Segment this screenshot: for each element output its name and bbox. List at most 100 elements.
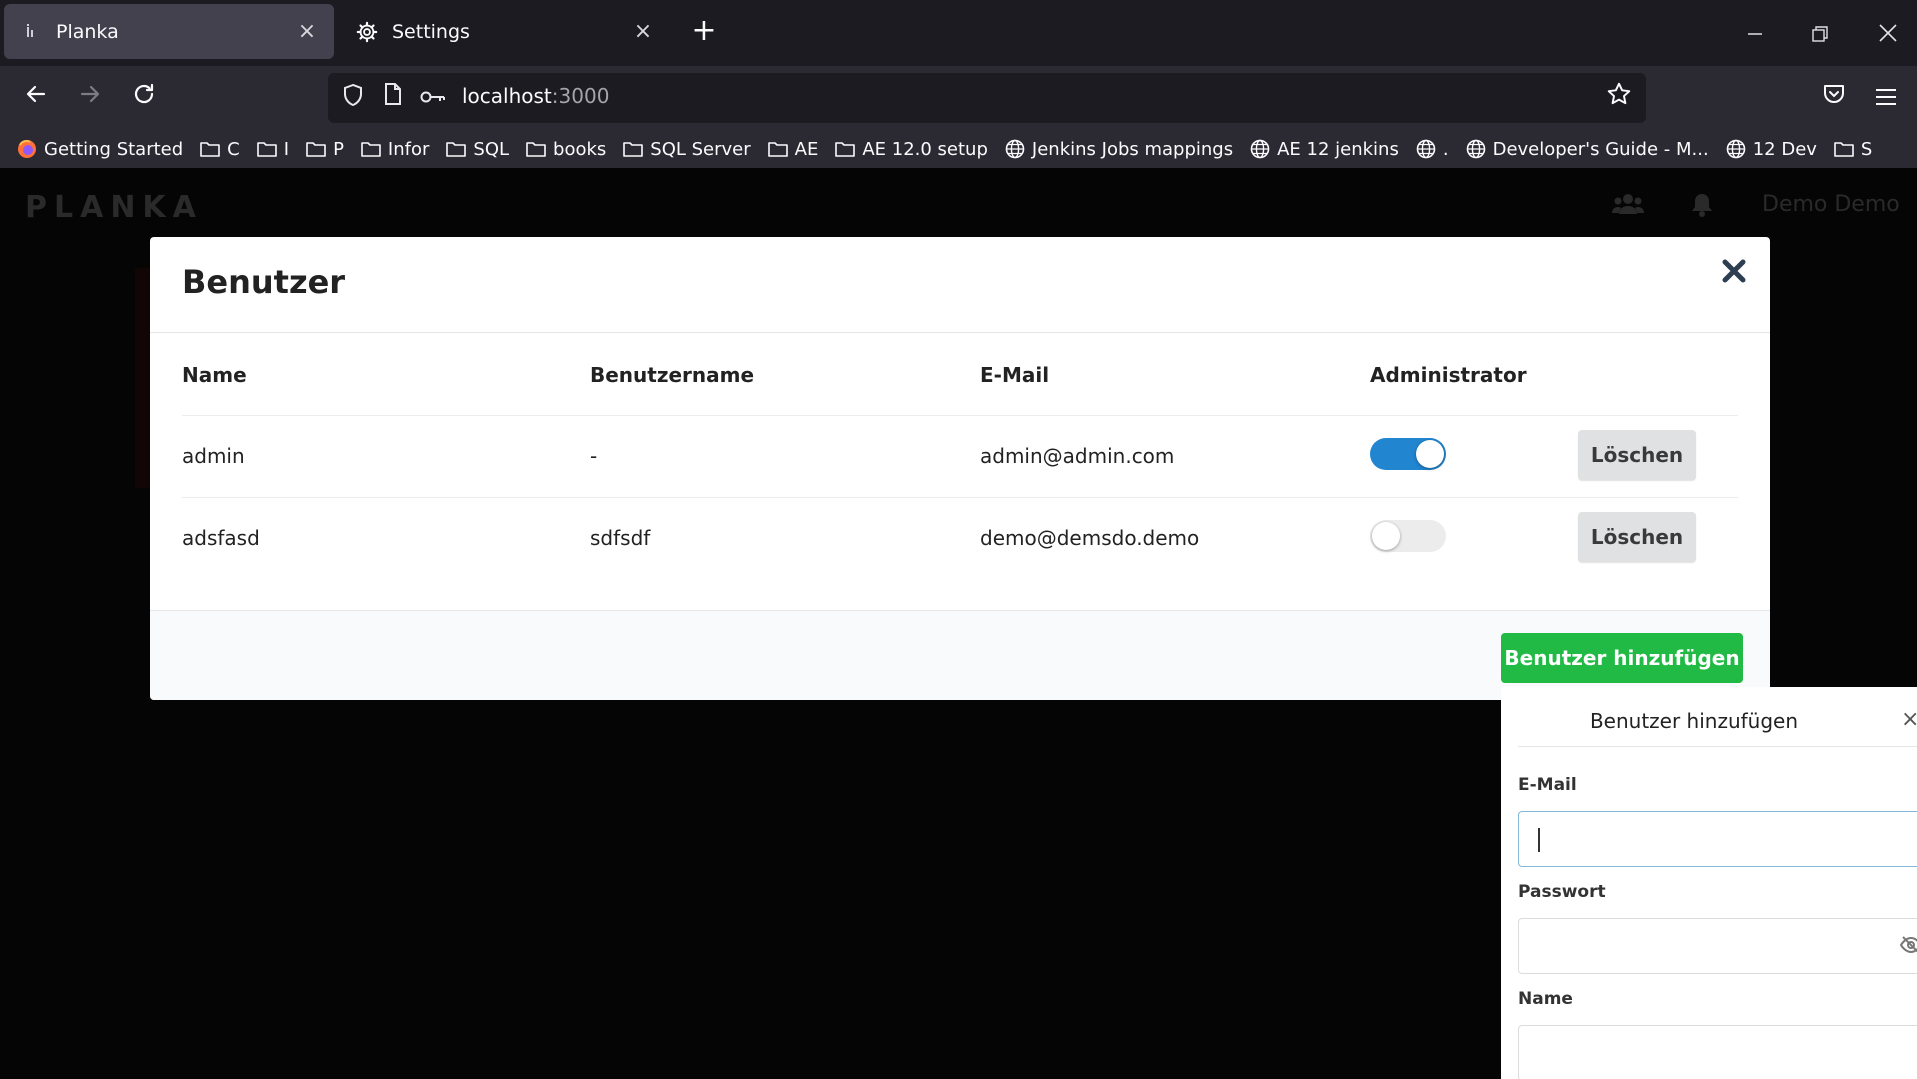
globe-icon — [1249, 139, 1271, 159]
bookmark-item[interactable]: AE — [767, 138, 819, 160]
divider — [150, 332, 1770, 333]
user-menu[interactable]: Demo Demo — [1762, 192, 1900, 217]
user-username: sdfsdf — [590, 526, 651, 550]
add-user-button[interactable]: Benutzer hinzufügen — [1501, 633, 1743, 683]
bookmark-label: Developer's Guide - M... — [1492, 138, 1709, 160]
bookmark-label: SQL — [473, 138, 510, 160]
tab-bar: Planka × Settings × + — [0, 0, 1917, 66]
bookmark-item[interactable]: Infor — [360, 139, 429, 160]
url-port: :3000 — [551, 84, 610, 108]
restore-icon[interactable] — [1800, 14, 1840, 54]
text-caret — [1538, 828, 1540, 852]
planka-favicon-icon — [20, 21, 42, 43]
folder-icon — [767, 139, 789, 159]
delete-user-button[interactable]: Löschen — [1578, 430, 1696, 480]
admin-toggle[interactable] — [1370, 520, 1446, 552]
folder-icon — [834, 139, 856, 159]
tab-close-icon[interactable]: × — [632, 20, 654, 43]
close-icon[interactable]: × — [1901, 707, 1917, 732]
user-email: demo@demsdo.demo — [980, 526, 1200, 550]
tab-label: Planka — [56, 20, 119, 43]
bookmark-item[interactable]: I — [256, 139, 289, 160]
bookmark-label: I — [283, 138, 290, 160]
bookmark-item[interactable]: S — [1833, 139, 1872, 160]
navigation-bar: localhost:3000 — [0, 66, 1917, 130]
column-header-administrator: Administrator — [1370, 363, 1527, 387]
reload-icon[interactable] — [124, 78, 164, 118]
bookmark-item[interactable]: . — [1415, 139, 1449, 160]
bookmark-label: books — [553, 138, 607, 160]
bell-icon[interactable] — [1690, 192, 1714, 224]
bookmark-label: 12 Dev — [1752, 138, 1817, 160]
modal-title: Benutzer — [182, 263, 346, 301]
bookmark-label: AE — [794, 138, 819, 160]
globe-icon — [1465, 139, 1487, 159]
bookmark-star-icon[interactable] — [1602, 81, 1636, 115]
url-bar[interactable]: localhost:3000 — [328, 73, 1646, 123]
bookmark-item[interactable]: Getting Started — [16, 139, 183, 160]
app-logo[interactable]: PLANKA — [25, 190, 203, 225]
back-arrow-icon[interactable] — [16, 78, 56, 118]
admin-toggle[interactable] — [1370, 438, 1446, 470]
new-tab-button[interactable]: + — [688, 16, 720, 48]
bookmark-label: AE 12 jenkins — [1277, 138, 1399, 160]
column-header-name: Name — [182, 363, 247, 387]
key-icon[interactable] — [418, 83, 448, 113]
bookmark-item[interactable]: C — [199, 139, 240, 160]
url-text[interactable]: localhost:3000 — [462, 84, 609, 108]
tab-settings[interactable]: Settings × — [340, 4, 670, 59]
browser-chrome: Planka × Settings × + localhost:3000 Get… — [0, 0, 1917, 168]
eye-slash-icon[interactable] — [1899, 935, 1917, 960]
users-icon[interactable] — [1612, 192, 1644, 222]
gear-icon — [356, 21, 378, 43]
minimize-icon[interactable] — [1735, 14, 1775, 54]
email-field[interactable] — [1518, 811, 1917, 867]
name-field[interactable] — [1518, 1025, 1917, 1079]
table-row: admin - admin@admin.com Löschen — [182, 415, 1738, 497]
password-field[interactable] — [1518, 918, 1917, 974]
page-icon[interactable] — [378, 83, 408, 113]
menu-icon[interactable] — [1866, 78, 1906, 118]
users-modal: Benutzer Name Benutzername E-Mail Admini… — [150, 237, 1770, 700]
tab-close-icon[interactable]: × — [296, 20, 318, 43]
bookmark-label: AE 12.0 setup — [862, 138, 988, 160]
user-name: adsfasd — [182, 526, 260, 550]
bookmark-item[interactable]: 12 Dev — [1725, 139, 1817, 160]
column-header-email: E-Mail — [980, 363, 1050, 387]
folder-icon — [360, 139, 382, 159]
bookmark-item[interactable]: AE 12.0 setup — [834, 139, 988, 160]
close-icon[interactable] — [1718, 257, 1750, 289]
globe-icon — [1415, 139, 1437, 159]
forward-arrow-icon[interactable] — [70, 78, 110, 118]
tab-planka[interactable]: Planka × — [4, 4, 334, 59]
tab-label: Settings — [392, 20, 470, 43]
bookmark-item[interactable]: Developer's Guide - M... — [1465, 139, 1709, 160]
bookmark-item[interactable]: SQL — [445, 139, 509, 160]
pocket-icon[interactable] — [1814, 78, 1854, 118]
window-close-icon[interactable] — [1868, 14, 1908, 54]
folder-icon — [199, 139, 221, 159]
bookmark-label: SQL Server — [650, 138, 751, 160]
bookmark-item[interactable]: Jenkins Jobs mappings — [1004, 139, 1233, 160]
bookmark-item[interactable]: P — [305, 139, 344, 160]
bookmark-item[interactable]: SQL Server — [622, 138, 751, 160]
app-header: PLANKA Demo Demo — [0, 168, 1917, 244]
user-username: - — [590, 444, 598, 468]
shield-icon[interactable] — [338, 83, 368, 113]
bookmark-label: S — [1860, 138, 1873, 160]
bookmark-label: P — [333, 138, 344, 160]
folder-icon — [1833, 139, 1855, 159]
table-row: adsfasd sdfsdf demo@demsdo.demo Löschen — [182, 497, 1738, 579]
folder-icon — [256, 139, 278, 159]
bookmark-label: C — [227, 138, 240, 160]
column-header-username: Benutzername — [590, 363, 755, 387]
add-user-popup: Benutzer hinzufügen × E-Mail Passwort Na… — [1501, 687, 1917, 1079]
bookmark-item[interactable]: books — [525, 139, 606, 160]
delete-user-button[interactable]: Löschen — [1578, 512, 1696, 562]
globe-icon — [1725, 139, 1747, 159]
password-label: Passwort — [1518, 882, 1606, 902]
name-label: Name — [1518, 989, 1573, 1009]
bookmark-item[interactable]: AE 12 jenkins — [1249, 139, 1399, 160]
toggle-knob — [1416, 440, 1444, 468]
folder-icon — [305, 139, 327, 159]
